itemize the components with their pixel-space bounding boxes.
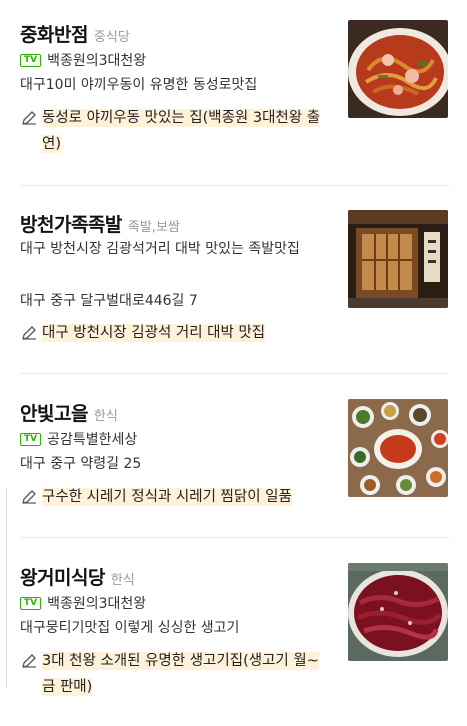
tv-show: 백종원의3대천왕 — [47, 53, 147, 69]
restaurant-category: 중식당 — [93, 30, 130, 45]
tv-show: 공감특별한세상 — [47, 432, 138, 448]
tv-badge: TV — [20, 596, 42, 610]
pencil-icon — [22, 490, 36, 504]
restaurant-name[interactable]: 왕거미식당 — [20, 563, 105, 590]
description: 대구10미 야끼우동이 유명한 동성로맛집 — [20, 77, 258, 93]
review-text: 구수한 시레기 정식과 시레기 찜닭이 일품 — [42, 488, 292, 506]
divider — [20, 373, 449, 374]
address: 대구 중구 약령길 25 — [20, 456, 142, 472]
title-row: 중화반점 중식당 — [20, 20, 130, 47]
title-row: 안빛고을 한식 — [20, 399, 118, 426]
tv-badge: TV — [20, 432, 42, 446]
restaurant-name[interactable]: 중화반점 — [20, 20, 88, 47]
description: 대구 방천시장 김광석거리 대박 맛있는 족발맛집 — [20, 241, 300, 257]
korean-table-photo[interactable] — [348, 399, 448, 497]
restaurant-name[interactable]: 안빛고을 — [20, 399, 88, 426]
tv-row: TV 백종원의3대천왕 — [20, 593, 146, 613]
review[interactable]: 동성로 야끼우동 맛있는 집(백종원 3대천왕 출연) — [20, 105, 330, 157]
review-text: 대구 방천시장 김광석 거리 대박 맛집 — [42, 324, 266, 342]
tv-badge: TV — [20, 53, 42, 67]
review[interactable]: 구수한 시레기 정식과 시레기 찜닭이 일품 — [20, 484, 330, 510]
description: 대구뭉티기맛집 이렇게 싱싱한 생고기 — [20, 620, 240, 636]
restaurant-name[interactable]: 방천가족족발 — [20, 210, 122, 237]
divider — [20, 537, 449, 538]
tv-row: TV 백종원의3대천왕 — [20, 50, 146, 70]
pencil-icon — [22, 111, 36, 125]
scroll-edge — [0, 488, 7, 688]
title-row: 왕거미식당 한식 — [20, 563, 135, 590]
pencil-icon — [22, 326, 36, 340]
review-text: 동성로 야끼우동 맛있는 집(백종원 3대천왕 출연) — [42, 109, 321, 153]
title-row: 방천가족족발 족발,보쌈 — [20, 210, 180, 237]
tv-show: 백종원의3대천왕 — [47, 596, 147, 612]
review[interactable]: 대구 방천시장 김광석 거리 대박 맛집 — [20, 320, 330, 346]
noodle-dish-photo[interactable] — [348, 20, 448, 118]
restaurant-category: 족발,보쌈 — [127, 220, 180, 235]
divider — [20, 185, 449, 186]
tv-row: TV 공감특별한세상 — [20, 429, 137, 449]
restaurant-category: 한식 — [110, 573, 135, 588]
raw-beef-photo[interactable] — [348, 563, 448, 661]
review[interactable]: 3대 천왕 소개된 유명한 생고기집(생고기 월~금 판매) — [20, 648, 330, 700]
storefront-photo[interactable] — [348, 210, 448, 308]
address: 대구 중구 달구벌대로446길 7 — [20, 293, 198, 309]
restaurant-category: 한식 — [93, 409, 118, 424]
review-text: 3대 천왕 소개된 유명한 생고기집(생고기 월~금 판매) — [42, 652, 319, 696]
pencil-icon — [22, 654, 36, 668]
